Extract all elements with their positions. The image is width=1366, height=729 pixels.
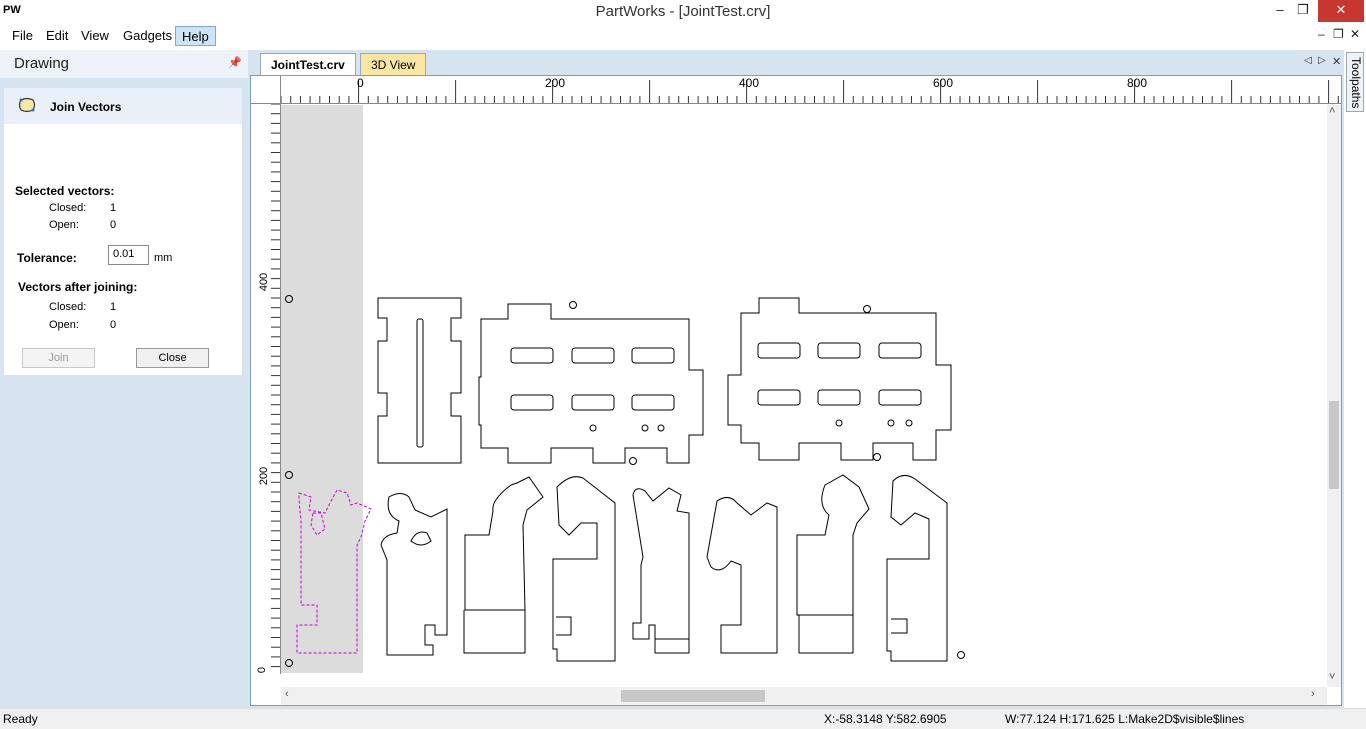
vertical-scroll-thumb[interactable]	[1329, 401, 1339, 489]
scroll-up-icon[interactable]: ˄	[1329, 105, 1335, 117]
open-value: 0	[110, 219, 117, 231]
toolpaths-tab[interactable]: Toolpaths	[1346, 52, 1364, 112]
menu-edit[interactable]: Edit	[40, 26, 74, 46]
ruler-left: 400 200 0	[251, 104, 281, 674]
after-closed-label: Closed:	[49, 301, 87, 313]
status-size: W:77.124 H:171.625 L:Make2D$visible$line…	[1005, 712, 1245, 726]
toolpaths-tab-label: Toolpaths	[1349, 57, 1363, 109]
closed-label: Closed:	[49, 202, 87, 214]
ruler-top-label: 200	[545, 76, 566, 90]
drawing-canvas[interactable]	[281, 105, 1327, 673]
restore-button[interactable]: ❐	[1288, 0, 1318, 22]
part-hook-set[interactable]	[380, 474, 948, 662]
mdi-restore-button[interactable]: ❐	[1333, 27, 1344, 41]
after-open-label: Open:	[49, 319, 79, 331]
ruler-top-ticks	[281, 80, 1339, 103]
tab-next-icon[interactable]: ▷	[1318, 55, 1326, 66]
part-panel-2[interactable]	[727, 297, 952, 461]
tab-close-icon[interactable]: ✕	[1332, 55, 1341, 68]
tab-prev-icon[interactable]: ◁	[1304, 55, 1312, 66]
vertical-scrollbar[interactable]: ˄ ˅	[1327, 105, 1341, 687]
ruler-left-label: 400	[258, 272, 271, 292]
menu-help[interactable]: Help	[175, 26, 216, 46]
ruler-left-label: 0	[256, 666, 269, 674]
scroll-down-icon[interactable]: ˅	[1329, 671, 1335, 683]
ruler-top-label: 0	[357, 76, 364, 90]
tool-header: Join Vectors	[4, 88, 242, 124]
ruler-corner	[251, 76, 281, 104]
tab-3d-view[interactable]: 3D View	[360, 53, 427, 75]
after-closed-value: 1	[110, 301, 117, 313]
ruler-left-label: 200	[258, 466, 271, 486]
closed-value: 1	[110, 202, 117, 214]
part-upright[interactable]	[377, 297, 462, 464]
mdi-minimize-button[interactable]: –	[1318, 27, 1325, 41]
join-vectors-form: Join Vectors Selected vectors: Closed: 1…	[4, 88, 242, 375]
canvas-frame: 0 200 400 600 800 400 200 0 ˄ ˅ ‹ ›	[250, 75, 1342, 706]
horizontal-scroll-thumb[interactable]	[621, 690, 765, 702]
panel-title: Drawing	[14, 55, 70, 72]
vector-drawing[interactable]	[281, 105, 1327, 673]
after-joining-heading: Vectors after joining:	[18, 280, 138, 294]
join-vectors-icon	[18, 97, 36, 113]
scroll-left-icon[interactable]: ‹	[285, 688, 289, 700]
tool-title: Join Vectors	[50, 100, 122, 114]
tolerance-unit: mm	[154, 252, 173, 264]
open-label: Open:	[49, 219, 79, 231]
right-tab-strip: Toolpaths	[1344, 50, 1366, 708]
menu-bar: File Edit View Gadgets Help	[0, 24, 1366, 46]
document-area: JointTest.crv 3D View ◁ ▷ ✕ 0 200 400 60…	[248, 50, 1344, 708]
status-ready: Ready	[3, 712, 38, 726]
scroll-right-icon[interactable]: ›	[1311, 688, 1315, 700]
menu-gadgets[interactable]: Gadgets	[117, 26, 178, 46]
ruler-top-label: 800	[1127, 76, 1148, 90]
selected-vectors-heading: Selected vectors:	[15, 184, 115, 198]
panel-header: Drawing 📌	[0, 50, 248, 78]
window-title: PartWorks - [JointTest.crv]	[595, 3, 771, 20]
tolerance-label: Tolerance:	[17, 251, 77, 265]
mdi-close-button[interactable]: ✕	[1350, 27, 1360, 41]
tolerance-input[interactable]: 0.01	[108, 245, 149, 265]
after-open-value: 0	[110, 319, 117, 331]
selected-vector[interactable]	[296, 489, 372, 654]
join-button[interactable]: Join	[22, 348, 95, 368]
menu-view[interactable]: View	[75, 26, 115, 46]
close-window-button[interactable]: ✕	[1318, 0, 1364, 22]
part-panel-1[interactable]	[478, 303, 704, 464]
menu-file[interactable]: File	[6, 26, 39, 46]
close-button[interactable]: Close	[136, 348, 209, 368]
ruler-top-label: 400	[739, 76, 760, 90]
ruler-top-label: 600	[933, 76, 954, 90]
drawing-panel: Drawing 📌 Join Vectors Selected vectors:…	[0, 50, 248, 708]
pin-icon[interactable]: 📌	[228, 56, 242, 69]
status-coordinates: X:-58.3148 Y:582.6905	[824, 712, 947, 726]
tab-jointtest[interactable]: JointTest.crv	[260, 53, 356, 75]
horizontal-scrollbar[interactable]: ‹ ›	[281, 687, 1327, 705]
status-bar: Ready X:-58.3148 Y:582.6905 W:77.124 H:1…	[0, 708, 1366, 729]
ruler-top: 0 200 400 600 800	[281, 76, 1341, 104]
ruler-left-ticks	[271, 104, 280, 668]
title-bar: PW PartWorks - [JointTest.crv] – ❐ ✕	[0, 0, 1366, 24]
